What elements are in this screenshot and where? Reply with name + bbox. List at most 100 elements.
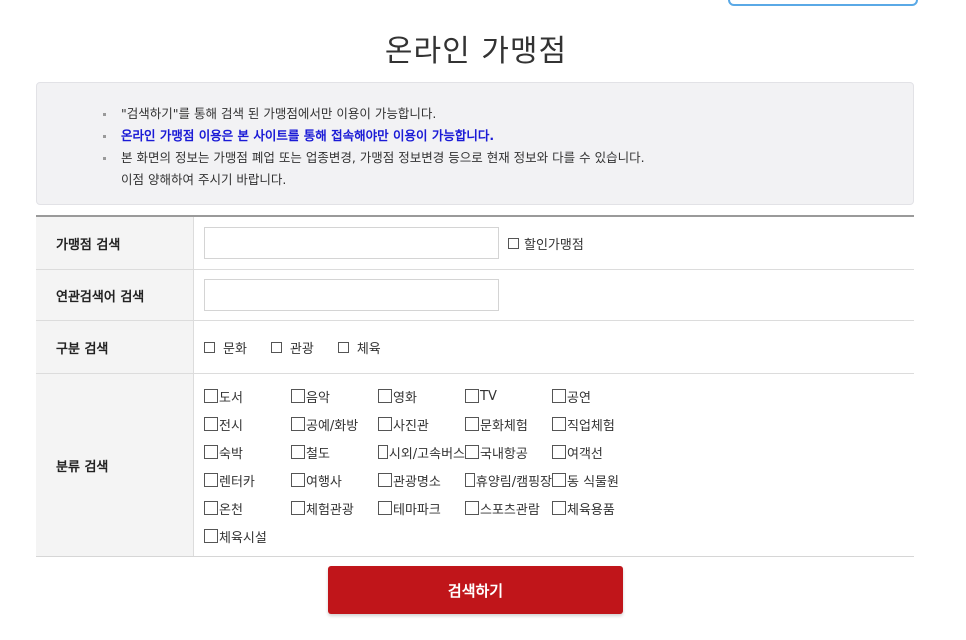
checkbox-icon[interactable] <box>291 389 305 403</box>
checkbox-icon[interactable] <box>378 501 392 515</box>
category-label: 체육시설 <box>219 530 267 546</box>
category-checkbox[interactable]: 여행사 <box>291 471 378 490</box>
bullet-icon <box>103 113 106 116</box>
type-sports-checkbox[interactable]: 체육 <box>337 338 381 357</box>
category-checkbox[interactable]: 여객선 <box>552 443 662 462</box>
store-search-row: 가맹점 검색 할인가맹점 <box>36 217 914 270</box>
category-label: 음악 <box>306 390 330 406</box>
category-label: 영화 <box>393 390 417 406</box>
type-culture-checkbox[interactable]: 문화 <box>204 338 247 357</box>
category-label: TV <box>480 388 497 404</box>
category-checkbox[interactable]: 렌터카 <box>204 471 291 490</box>
notice-item: 본 화면의 정보는 가맹점 폐업 또는 업종변경, 가맹점 정보변경 등으로 현… <box>103 147 913 191</box>
category-label: 동 식물원 <box>567 474 619 490</box>
checkbox-icon[interactable] <box>204 389 218 403</box>
checkbox-icon[interactable] <box>204 445 218 459</box>
category-checkbox[interactable]: 직업체험 <box>552 415 662 434</box>
checkbox-icon[interactable] <box>465 417 479 431</box>
category-checkbox[interactable]: 체험관광 <box>291 499 378 518</box>
category-checkbox[interactable]: 휴양림/캠핑장 <box>465 471 552 490</box>
checkbox-icon[interactable] <box>337 341 349 353</box>
category-checkbox[interactable]: 테마파크 <box>378 499 465 518</box>
category-label: 체험관광 <box>306 502 354 518</box>
discount-store-checkbox[interactable]: 할인가맹점 <box>508 234 584 253</box>
category-label: 직업체험 <box>567 418 615 434</box>
category-label: 여객선 <box>567 446 603 462</box>
category-checkbox[interactable]: 체육용품 <box>552 499 662 518</box>
category-checkbox[interactable]: 영화 <box>378 387 465 406</box>
checkbox-icon[interactable] <box>552 473 566 487</box>
checkbox-icon[interactable] <box>204 501 218 515</box>
checkbox-icon[interactable] <box>378 445 388 459</box>
discount-store-label: 할인가맹점 <box>524 237 584 253</box>
page-title: 온라인 가맹점 <box>384 34 568 69</box>
notice-item: "검색하기"를 통해 검색 된 가맹점에서만 이용이 가능합니다. <box>103 103 913 125</box>
category-label: 관광명소 <box>393 474 441 490</box>
category-checkbox[interactable]: 스포츠관람 <box>465 499 552 518</box>
category-checkbox[interactable]: 사진관 <box>378 415 465 434</box>
category-checkbox[interactable]: 공예/화방 <box>291 415 378 434</box>
checkbox-icon[interactable] <box>291 473 305 487</box>
checkbox-icon[interactable] <box>204 341 215 353</box>
type-search-row: 구분 검색 문화 관광 체육 <box>36 321 914 374</box>
checkbox-icon[interactable] <box>204 529 218 543</box>
checkbox-icon[interactable] <box>465 473 475 487</box>
checkbox-icon[interactable] <box>204 417 218 431</box>
category-label: 공연 <box>567 390 591 406</box>
category-checkbox[interactable]: 동 식물원 <box>552 471 662 490</box>
checkbox-icon[interactable] <box>552 389 566 403</box>
notice-item-emphasis: 온라인 가맹점 이용은 본 사이트를 통해 접속해야만 이용이 가능합니다. <box>103 125 913 147</box>
checkbox-icon[interactable] <box>378 473 392 487</box>
category-checkbox[interactable]: 시외/고속버스 <box>378 443 465 462</box>
category-label: 휴양림/캠핑장 <box>475 474 552 490</box>
category-label: 숙박 <box>219 446 243 462</box>
top-tab-outline[interactable] <box>728 0 918 6</box>
category-checkbox[interactable]: 문화체험 <box>465 415 552 434</box>
keyword-search-input[interactable] <box>204 279 499 311</box>
checkbox-icon[interactable] <box>465 445 479 459</box>
category-label: 렌터카 <box>219 474 255 490</box>
checkbox-icon[interactable] <box>270 341 282 353</box>
category-label: 스포츠관람 <box>480 502 540 518</box>
category-checkbox[interactable]: 음악 <box>291 387 378 406</box>
checkbox-icon[interactable] <box>378 417 392 431</box>
checkbox-icon[interactable] <box>508 237 519 249</box>
category-checkbox[interactable]: 공연 <box>552 387 662 406</box>
store-search-input[interactable] <box>204 227 499 259</box>
category-label: 온천 <box>219 502 243 518</box>
keyword-search-label: 연관검색어 검색 <box>36 270 194 320</box>
category-label: 여행사 <box>306 474 342 490</box>
checkbox-icon[interactable] <box>465 501 479 515</box>
notice-continuation: 이점 양해하여 주시기 바랍니다. <box>121 172 287 187</box>
checkbox-icon[interactable] <box>552 501 566 515</box>
category-checkbox[interactable]: 철도 <box>291 443 378 462</box>
checkbox-icon[interactable] <box>291 445 305 459</box>
category-checkbox[interactable]: 도서 <box>204 387 291 406</box>
category-label: 시외/고속버스 <box>388 446 465 462</box>
type-tourism-checkbox[interactable]: 관광 <box>270 338 314 357</box>
checkbox-icon[interactable] <box>291 501 305 515</box>
category-checkbox[interactable]: 전시 <box>204 415 291 434</box>
checkbox-icon[interactable] <box>291 417 305 431</box>
keyword-search-row: 연관검색어 검색 <box>36 270 914 321</box>
category-search-row: 분류 검색 도서 음악 영화 TV 공연전시 공예/화방 사진관 문화체험 직업체험숙박 철도 시외… <box>36 374 914 556</box>
checkbox-icon[interactable] <box>552 417 566 431</box>
checkbox-icon[interactable] <box>465 389 479 403</box>
category-checkbox[interactable]: 체육시설 <box>204 527 291 546</box>
checkbox-icon[interactable] <box>552 445 566 459</box>
checkbox-icon[interactable] <box>378 389 392 403</box>
category-search-label: 분류 검색 <box>36 374 194 556</box>
category-checkbox[interactable]: 관광명소 <box>378 471 465 490</box>
category-checkbox[interactable]: TV <box>465 387 552 406</box>
category-checkbox-group: 도서 음악 영화 TV 공연전시 공예/화방 사진관 문화체험 직업체험숙박 철도 시외/고속버스 국… <box>204 385 662 546</box>
category-checkbox[interactable]: 온천 <box>204 499 291 518</box>
notice-box: "검색하기"를 통해 검색 된 가맹점에서만 이용이 가능합니다. 온라인 가맹… <box>36 82 914 205</box>
search-button[interactable]: 검색하기 <box>328 566 623 614</box>
bullet-icon <box>103 157 106 160</box>
category-checkbox[interactable]: 국내항공 <box>465 443 552 462</box>
category-checkbox[interactable]: 숙박 <box>204 443 291 462</box>
category-label: 국내항공 <box>480 446 528 462</box>
category-label: 테마파크 <box>393 502 441 518</box>
checkbox-icon[interactable] <box>204 473 218 487</box>
type-search-label: 구분 검색 <box>36 321 194 373</box>
